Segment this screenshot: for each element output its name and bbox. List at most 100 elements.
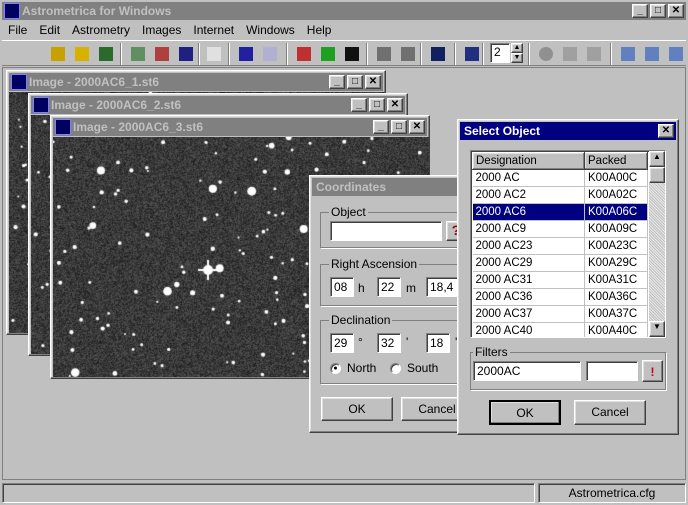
object-row[interactable]: 2000 AC40 K00A40C (472, 322, 648, 337)
record-button[interactable] (536, 44, 556, 64)
image-window-title: Image - 2000AC6_2.st6 (51, 98, 182, 112)
image-window-title-bar: Image - 2000AC6_1.st6 _ □ ✕ (9, 73, 383, 91)
scroll-down-button[interactable]: ▼ (649, 321, 665, 337)
play-next-button[interactable] (584, 44, 604, 64)
filter-designation-input[interactable]: 2000AC (473, 361, 581, 381)
object-row[interactable]: 2000 AC31 K00A31C (472, 271, 648, 289)
zoom-out-button[interactable] (398, 44, 418, 64)
report-button[interactable] (204, 44, 224, 64)
window-close-button[interactable]: ✕ (365, 75, 381, 89)
ra-minutes-input[interactable]: 22 (377, 277, 401, 297)
select-cancel-button[interactable]: Cancel (574, 400, 646, 425)
play-button[interactable] (560, 44, 580, 64)
column-header-packed[interactable]: Packed (584, 152, 648, 170)
blink-button[interactable] (176, 44, 196, 64)
designation-cell: 2000 AC6 (472, 203, 585, 221)
object-row[interactable]: 2000 AC K00A00C (472, 169, 648, 187)
toolbar (2, 40, 686, 66)
filters-label: Filters (473, 345, 510, 359)
packed-cell: K00A29C (584, 254, 648, 272)
select-object-title: Select Object ✕ (460, 122, 676, 140)
north-radio[interactable]: ● (330, 363, 341, 374)
window-maximize-button[interactable]: □ (347, 75, 363, 89)
play-next-icon (587, 47, 601, 61)
window-minimize-button[interactable]: _ (329, 75, 345, 89)
packed-cell: K00A23C (584, 237, 648, 255)
maximize-button[interactable]: □ (650, 4, 666, 18)
object-row[interactable]: 2000 AC23 K00A23C (472, 237, 648, 255)
stepper-up-button[interactable]: ▲ (511, 43, 523, 53)
dec-seconds-input[interactable]: 18 (426, 333, 450, 353)
catalog-icon (465, 47, 479, 61)
zoom-window-in-button[interactable] (642, 44, 662, 64)
object-input[interactable] (330, 221, 442, 241)
coordinates-ok-button[interactable]: OK (321, 397, 393, 421)
menu-astrometry[interactable]: Astrometry (72, 23, 130, 37)
flat-button[interactable] (128, 44, 148, 64)
open-folder-button[interactable] (72, 44, 92, 64)
ra-seconds-input[interactable]: 18,4 (426, 277, 460, 297)
menu-internet[interactable]: Internet (193, 23, 234, 37)
status-config: Astrometrica.cfg (538, 483, 686, 503)
window-minimize-button[interactable]: _ (351, 98, 367, 112)
status-panel (2, 483, 535, 503)
minimize-button[interactable]: _ (632, 4, 648, 18)
designation-cell: 2000 AC31 (472, 271, 585, 289)
window-close-button[interactable]: ✕ (387, 98, 403, 112)
list-scrollbar[interactable]: ▲ ▼ (649, 151, 665, 337)
south-radio[interactable] (390, 363, 401, 374)
object-list[interactable]: Designation Packed 2000 AC K00A00C 2000 AC2 K… (470, 150, 666, 338)
zoom-out-icon (401, 47, 415, 61)
object-label: Object (329, 205, 368, 219)
menu-help[interactable]: Help (307, 23, 332, 37)
open-image-button[interactable] (48, 44, 68, 64)
dark-button[interactable] (152, 44, 172, 64)
ra-hours-input[interactable]: 08 (330, 277, 354, 297)
dec-degrees-input[interactable]: 29 (330, 333, 354, 353)
stars-button[interactable] (428, 44, 448, 64)
app-title-bar: Astrometrica for Windows _ □ ✕ (2, 2, 686, 20)
crosshair-button[interactable] (294, 44, 314, 64)
select-object-close-button[interactable]: ✕ (658, 124, 674, 138)
delete-image-button[interactable] (236, 44, 256, 64)
object-row[interactable]: 2000 AC37 K00A37C (472, 305, 648, 323)
window-maximize-button[interactable]: □ (391, 120, 407, 134)
zoom-in-button[interactable] (374, 44, 394, 64)
object-row[interactable]: 2000 AC2 K00A02C (472, 186, 648, 204)
invert-button[interactable] (342, 44, 362, 64)
stepper-input[interactable]: 2 (490, 43, 510, 63)
filter-packed-input[interactable] (586, 361, 638, 381)
stepper-down-button[interactable]: ▼ (511, 53, 523, 63)
zoom-window-out-button[interactable] (666, 44, 686, 64)
window-minimize-button[interactable]: _ (373, 120, 389, 134)
catalog-button[interactable] (462, 44, 482, 64)
menu-file[interactable]: File (8, 23, 27, 37)
object-row[interactable]: 2000 AC6 K00A06C (472, 203, 648, 221)
menu-images[interactable]: Images (142, 23, 181, 37)
designation-cell: 2000 AC36 (472, 288, 585, 306)
menu-edit[interactable]: Edit (39, 23, 60, 37)
open-dark-button[interactable] (96, 44, 116, 64)
close-image-button[interactable] (260, 44, 280, 64)
ra-minutes-unit: m (406, 281, 416, 295)
color-button[interactable] (318, 44, 338, 64)
menu-windows[interactable]: Windows (246, 23, 295, 37)
window-maximize-button[interactable]: □ (369, 98, 385, 112)
apply-filter-button[interactable]: ! (642, 360, 663, 382)
close-image-icon (263, 47, 277, 61)
scroll-up-button[interactable]: ▲ (649, 151, 665, 167)
select-ok-button[interactable]: OK (489, 400, 561, 425)
window-close-button[interactable]: ✕ (409, 120, 425, 134)
object-row[interactable]: 2000 AC9 K00A09C (472, 220, 648, 238)
close-button[interactable]: ✕ (668, 4, 684, 18)
column-header-designation[interactable]: Designation (472, 152, 585, 170)
scroll-thumb[interactable] (649, 167, 665, 183)
dec-degrees-unit: ° (358, 335, 363, 349)
object-row[interactable]: 2000 AC36 K00A36C (472, 288, 648, 306)
dec-minutes-input[interactable]: 32 (377, 333, 401, 353)
zoom-window-button[interactable] (618, 44, 638, 64)
object-row[interactable]: 2000 AC29 K00A29C (472, 254, 648, 272)
report-icon (207, 47, 221, 61)
stars-icon (431, 47, 445, 61)
toolbar-separator (286, 43, 288, 65)
